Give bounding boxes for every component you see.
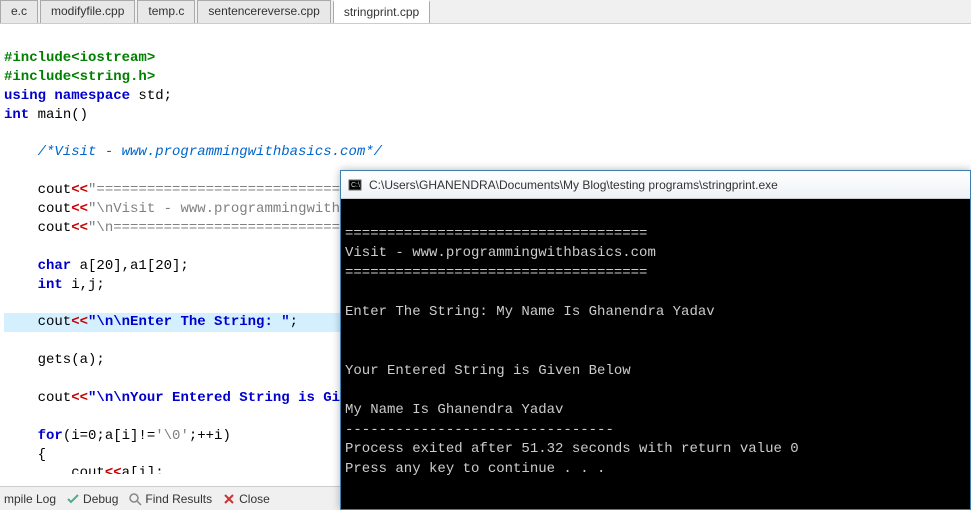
code-text: a[i]; bbox=[122, 465, 164, 474]
tab-sentencereverse[interactable]: sentencereverse.cpp bbox=[197, 0, 330, 23]
console-line: Enter The String: My Name Is Ghanendra Y… bbox=[345, 304, 715, 320]
console-line: Visit - www.programmingwithbasics.com bbox=[345, 245, 656, 261]
keyword: char bbox=[4, 258, 71, 274]
console-title: C:\Users\GHANENDRA\Documents\My Blog\tes… bbox=[369, 178, 964, 192]
code-text: { bbox=[4, 447, 46, 463]
code-text: cout bbox=[4, 390, 71, 406]
comment: /*Visit - www.programmingwithbasics.com*… bbox=[4, 144, 382, 160]
code-text: (i=0;a[i]!= bbox=[63, 428, 155, 444]
operator: << bbox=[105, 465, 122, 474]
code-text: gets(a); bbox=[4, 352, 105, 368]
code-text: i,j; bbox=[63, 277, 105, 293]
editor-tabs: e.c modifyfile.cpp temp.c sentencerevers… bbox=[0, 0, 971, 24]
tab-modifyfile[interactable]: modifyfile.cpp bbox=[40, 0, 135, 23]
operator: << bbox=[71, 182, 88, 198]
tab-e-c[interactable]: e.c bbox=[0, 0, 38, 23]
code-text: cout bbox=[4, 465, 105, 474]
close-tab[interactable]: Close bbox=[222, 492, 270, 506]
code-text: ;++i) bbox=[189, 428, 231, 444]
char-literal: '\0' bbox=[155, 428, 189, 444]
console-line: ==================================== bbox=[345, 265, 647, 281]
code-text: std; bbox=[130, 88, 172, 104]
code-text: cout bbox=[4, 220, 71, 236]
close-label: Close bbox=[239, 492, 270, 506]
svg-text:C:\: C:\ bbox=[351, 182, 360, 189]
check-icon bbox=[66, 492, 80, 506]
keyword: int bbox=[4, 277, 63, 293]
operator: << bbox=[71, 220, 88, 236]
console-window: C:\ C:\Users\GHANENDRA\Documents\My Blog… bbox=[340, 170, 971, 510]
console-line: Your Entered String is Given Below bbox=[345, 363, 631, 379]
close-icon bbox=[222, 492, 236, 506]
operator: << bbox=[71, 314, 88, 330]
find-results-tab[interactable]: Find Results bbox=[128, 492, 212, 506]
console-line: -------------------------------- bbox=[345, 422, 614, 438]
console-line: ==================================== bbox=[345, 226, 647, 242]
code-text: main() bbox=[29, 107, 88, 123]
include-header: <iostream> bbox=[71, 50, 155, 66]
keyword: using namespace bbox=[4, 88, 130, 104]
debug-tab[interactable]: Debug bbox=[66, 492, 118, 506]
preprocessor: #include bbox=[4, 69, 71, 85]
tab-stringprint[interactable]: stringprint.cpp bbox=[333, 0, 430, 23]
compile-log-tab[interactable]: mpile Log bbox=[4, 492, 56, 506]
keyword: for bbox=[4, 428, 63, 444]
console-line: Process exited after 51.32 seconds with … bbox=[345, 441, 799, 457]
operator: << bbox=[71, 201, 88, 217]
code-text: cout bbox=[4, 201, 71, 217]
console-line: My Name Is Ghanendra Yadav bbox=[345, 402, 563, 418]
keyword: int bbox=[4, 107, 29, 123]
string-literal: "\n\nEnter The String: " bbox=[88, 314, 290, 330]
operator: << bbox=[71, 390, 88, 406]
console-line: Press any key to continue . . . bbox=[345, 461, 605, 477]
code-text: cout bbox=[4, 314, 71, 330]
include-header: <string.h> bbox=[71, 69, 155, 85]
search-icon bbox=[128, 492, 142, 506]
bottom-toolbar: mpile Log Debug Find Results Close bbox=[0, 486, 340, 510]
code-text: ; bbox=[290, 314, 298, 330]
console-app-icon: C:\ bbox=[347, 177, 363, 193]
console-output[interactable]: ==================================== Vis… bbox=[341, 199, 970, 509]
debug-label: Debug bbox=[83, 492, 118, 506]
compile-log-label: mpile Log bbox=[4, 492, 56, 506]
code-text: cout bbox=[4, 182, 71, 198]
find-results-label: Find Results bbox=[145, 492, 212, 506]
preprocessor: #include bbox=[4, 50, 71, 66]
tab-temp[interactable]: temp.c bbox=[137, 0, 195, 23]
console-titlebar[interactable]: C:\ C:\Users\GHANENDRA\Documents\My Blog… bbox=[341, 171, 970, 199]
code-text: a[20],a1[20]; bbox=[71, 258, 189, 274]
